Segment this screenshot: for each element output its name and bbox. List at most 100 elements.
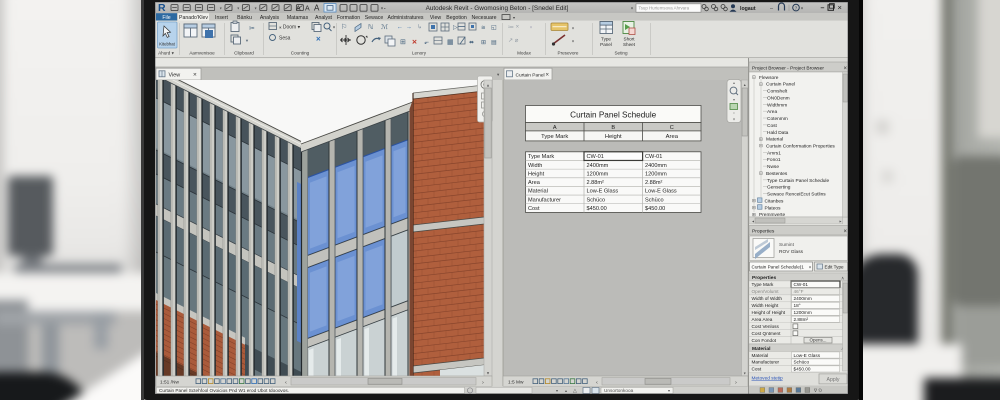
svg-text:⊞: ⊞ <box>400 39 406 46</box>
svg-text:Comshelt: Comshelt <box>767 89 788 95</box>
svg-text:‹: ‹ <box>596 380 598 386</box>
svg-text:Unsortonkooa: Unsortonkooa <box>604 388 634 393</box>
svg-text:Properties: Properties <box>752 275 776 281</box>
svg-text:Cost: Cost <box>752 367 762 372</box>
svg-text:Sewace RenceiEcut Sutlins: Sewace RenceiEcut Sutlins <box>767 192 826 198</box>
svg-text:Aamvenisoe: Aamvenisoe <box>189 50 215 55</box>
svg-text:⁎ Doom ▾: ⁎ Doom ▾ <box>279 25 301 31</box>
svg-text:2400mm: 2400mm <box>794 296 812 301</box>
svg-text:Con Fondot: Con Fondot <box>752 338 777 343</box>
svg-text:2.88m²: 2.88m² <box>587 180 605 186</box>
svg-text:›: › <box>735 380 737 386</box>
svg-text:Schüco: Schüco <box>645 197 664 203</box>
svg-text:Modax: Modax <box>517 50 531 55</box>
svg-text:Curtain Panel: Curtain Panel <box>766 82 795 88</box>
svg-text:Matamas: Matamas <box>287 15 309 21</box>
svg-text:Citanbes: Citanbes <box>765 198 785 204</box>
svg-text:Metoved stetip: Metoved stetip <box>752 375 784 381</box>
svg-text:Properties: Properties <box>752 229 775 235</box>
svg-text:▾: ▾ <box>733 97 735 102</box>
svg-text:1200mm: 1200mm <box>645 171 667 177</box>
svg-text:Type Mark: Type Mark <box>541 134 568 140</box>
svg-text:Project Browser - Project Brow: Project Browser - Project Browser <box>752 65 824 71</box>
svg-text:×: × <box>412 37 417 47</box>
svg-text:$450.00: $450.00 <box>794 367 811 372</box>
svg-text:Opens...: Opens... <box>809 338 826 343</box>
svg-text:1:51 /Nw: 1:51 /Nw <box>160 380 179 386</box>
svg-text:▼: ▼ <box>245 38 249 43</box>
svg-text:▾ •: ▾ • <box>381 6 386 11</box>
svg-text:✂: ✂ <box>249 26 255 33</box>
svg-text:Sumint: Sumint <box>779 242 795 248</box>
svg-text:Schüco: Schüco <box>794 360 810 365</box>
svg-text:Sesa: Sesa <box>279 36 291 42</box>
svg-text:Panado'Klev: Panado'Klev <box>179 15 208 21</box>
svg-text:1200mm: 1200mm <box>794 310 812 315</box>
svg-text:×: × <box>546 73 550 79</box>
svg-text:46°F: 46°F <box>794 289 804 294</box>
svg-text:Administratures: Administratures <box>387 15 423 21</box>
svg-text:18°: 18° <box>794 303 801 308</box>
svg-text:Curtain Panel Sctehfool Ovoici: Curtain Panel Sctehfool Ovoicios Pnd W1 … <box>159 388 289 393</box>
svg-text:▦: ▦ <box>447 39 454 46</box>
svg-text:Height of Height: Height of Height <box>752 310 786 315</box>
svg-text:▾: ▾ <box>237 5 239 10</box>
svg-text:Height: Height <box>528 171 545 177</box>
svg-text:Widthmm: Widthmm <box>767 102 787 108</box>
svg-text:Clipboard: Clipboard <box>234 50 254 55</box>
svg-text:2400mm: 2400mm <box>587 163 609 169</box>
svg-text:▾: ▾ <box>631 5 633 10</box>
svg-text:▾: ▾ <box>530 25 532 30</box>
svg-text:Width of Width: Width of Width <box>752 296 783 301</box>
svg-text:▾: ▾ <box>572 39 574 44</box>
svg-text:Schüco: Schüco <box>587 197 606 203</box>
svg-text:Material: Material <box>752 353 769 358</box>
svg-text:Area: Area <box>767 109 777 115</box>
svg-text:Cost Venloss: Cost Venloss <box>752 324 780 329</box>
svg-text:Material: Material <box>528 189 548 195</box>
svg-text:Hald Data: Hald Data <box>767 130 789 136</box>
svg-text:Curtain Panel Schedule: Curtain Panel Schedule <box>570 111 656 120</box>
svg-text:Short: Short <box>624 37 636 42</box>
svg-text:Cotenmm: Cotenmm <box>767 116 788 122</box>
svg-text:▾: ▾ <box>513 15 515 20</box>
svg-text:×: × <box>844 66 848 72</box>
svg-text:B: B <box>611 125 615 131</box>
svg-text:▾: ▾ <box>255 5 257 10</box>
svg-text:ℳ: ℳ <box>381 23 389 31</box>
svg-text:◱: ◱ <box>491 25 497 31</box>
svg-text:▴: ▴ <box>744 82 746 87</box>
svg-text:↗ ⌀: ↗ ⌀ <box>508 38 519 44</box>
svg-text:Manufacturer: Manufacturer <box>528 197 561 203</box>
svg-text:Cost: Cost <box>528 206 540 212</box>
svg-text:Begotion: Begotion <box>446 15 467 21</box>
svg-text:Counting: Counting <box>291 50 310 55</box>
svg-text:▾: ▾ <box>220 5 222 10</box>
svg-text:▾: ▾ <box>744 371 746 376</box>
svg-text:?: ? <box>795 6 798 11</box>
svg-text:ℕ: ℕ <box>368 23 373 31</box>
svg-text:ROV Glass: ROV Glass <box>779 249 804 255</box>
svg-text:Area: Area <box>666 134 679 140</box>
svg-text:Apply: Apply <box>827 377 840 383</box>
svg-text:⊞: ⊞ <box>481 40 486 46</box>
svg-text:Cost: Cost <box>767 123 778 129</box>
svg-text:2.88m²: 2.88m² <box>794 317 809 322</box>
svg-text:Formation: Formation <box>337 15 360 21</box>
svg-text:1:5 Mw: 1:5 Mw <box>508 380 524 386</box>
svg-text:×: × <box>193 72 197 79</box>
svg-text:≅: ≅ <box>481 25 486 31</box>
svg-text:→: → <box>406 25 412 31</box>
svg-text:Necesuare: Necesuare <box>471 15 496 21</box>
svg-text:–: – <box>821 5 825 12</box>
svg-text:Cost Qntment: Cost Qntment <box>752 331 782 336</box>
svg-text:▾: ▾ <box>668 388 670 393</box>
svg-text:Height: Height <box>605 134 622 140</box>
svg-text:R: R <box>158 2 166 14</box>
svg-text:Bestentes: Bestentes <box>766 171 788 177</box>
svg-text:Manufacturer: Manufacturer <box>752 360 780 365</box>
svg-text:2.88m²: 2.88m² <box>645 180 663 186</box>
svg-text:Low-E Glass: Low-E Glass <box>645 189 677 195</box>
svg-text:ON0Denm: ON0Denm <box>767 95 790 101</box>
svg-text:Genserting: Genserting <box>767 185 791 191</box>
